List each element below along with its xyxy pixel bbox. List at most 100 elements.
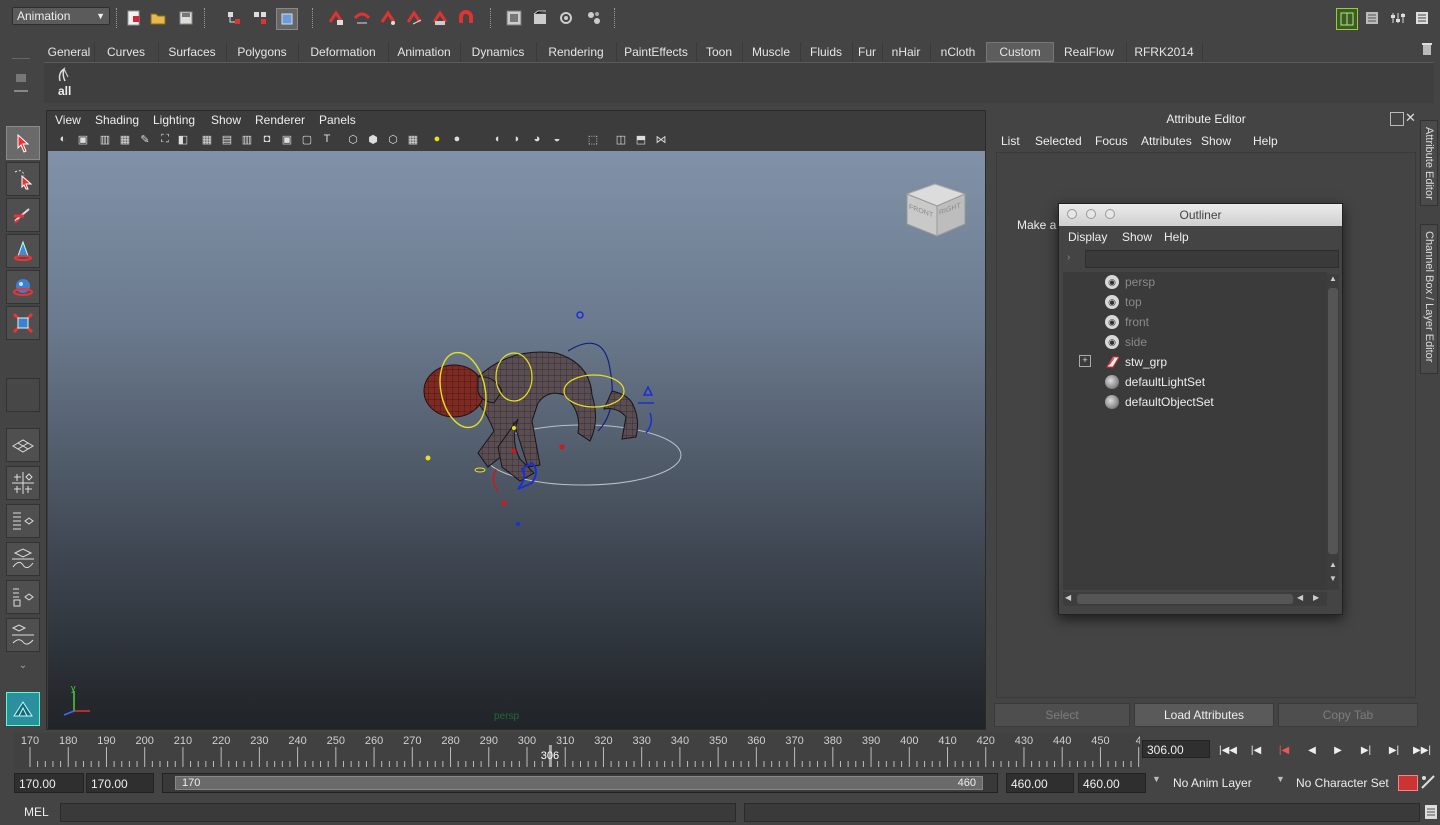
attribute-editor-menu-attributes[interactable]: Attributes xyxy=(1141,134,1192,148)
safe-title-icon[interactable]: T xyxy=(319,131,335,147)
save-scene-icon[interactable] xyxy=(176,8,196,28)
snap-surface-icon[interactable] xyxy=(404,8,424,28)
layout-persp-graph-outliner[interactable] xyxy=(6,618,40,652)
shelf-tab-fur[interactable]: Fur xyxy=(852,42,883,62)
use-all-lights-icon[interactable]: ● xyxy=(429,131,445,147)
go-to-end-icon[interactable]: ▶▶| xyxy=(1412,741,1432,759)
toggle-layout-icon[interactable] xyxy=(1336,8,1358,30)
shelf-menu-icon[interactable] xyxy=(16,74,26,82)
new-scene-icon[interactable] xyxy=(124,8,144,28)
gate-mask-icon[interactable]: ◘ xyxy=(259,131,275,147)
open-scene-icon[interactable] xyxy=(148,8,168,28)
snap-grid-icon[interactable] xyxy=(326,8,346,28)
wireframe-on-shaded-icon[interactable]: ⬡ xyxy=(385,131,401,147)
resolution-gate-icon[interactable]: ▥ xyxy=(239,131,255,147)
attribute-editor-menu-focus[interactable]: Focus xyxy=(1095,134,1128,148)
outliner-menu-show[interactable]: Show xyxy=(1122,230,1152,244)
animation-prefs-icon[interactable] xyxy=(1420,774,1436,790)
play-forward-icon[interactable]: ▶ xyxy=(1328,741,1348,759)
shelf-tab-ncloth[interactable]: nCloth xyxy=(930,42,987,62)
viewport-menu-view[interactable]: View xyxy=(55,113,81,127)
shelf-tab-nhair[interactable]: nHair xyxy=(882,42,931,62)
trash-icon[interactable] xyxy=(1420,42,1434,56)
scale-tool[interactable] xyxy=(6,306,40,340)
xray-components-icon[interactable]: ⬒ xyxy=(633,131,649,147)
toggle-attr-editor-icon[interactable] xyxy=(1362,8,1382,28)
shelf-tab-dynamics[interactable]: Dynamics xyxy=(460,42,537,62)
ambient-occlusion-icon[interactable]: ◖ xyxy=(489,131,505,147)
go-to-start-icon[interactable]: |◀◀ xyxy=(1218,741,1238,759)
playback-start-field[interactable]: 170.00 xyxy=(86,773,154,793)
move-tool[interactable] xyxy=(6,234,40,268)
attribute-editor-menu-list[interactable]: List xyxy=(1001,134,1020,148)
field-chart-icon[interactable]: ▣ xyxy=(279,131,295,147)
float-panel-icon[interactable] xyxy=(1390,112,1404,126)
film-gate-icon[interactable]: ▤ xyxy=(219,131,235,147)
layout-four-view[interactable] xyxy=(6,466,40,500)
scroll-right-icon[interactable]: ▶ xyxy=(1313,593,1319,602)
scroll-left-icon[interactable]: ◀ xyxy=(1065,593,1071,602)
shelf-tab-rfrk2014[interactable]: RFRK2014 xyxy=(1126,42,1203,62)
chevron-down-icon[interactable]: ▼ xyxy=(1276,774,1285,784)
outliner-item-side[interactable]: ◉ side xyxy=(1063,332,1323,352)
smooth-shade-icon[interactable]: ⬢ xyxy=(365,131,381,147)
scroll-up-icon[interactable]: ▲ xyxy=(1328,560,1338,572)
range-slider-handle[interactable]: 170 460 xyxy=(175,776,983,790)
outliner-item-stw-grp[interactable]: + stw_grp xyxy=(1063,352,1323,372)
bookmark-icon[interactable]: ▥ xyxy=(97,131,113,147)
character-rig[interactable] xyxy=(368,291,688,531)
viewport-menu-panels[interactable]: Panels xyxy=(319,113,356,127)
select-component-icon[interactable] xyxy=(276,8,298,30)
toggle-channel-box-icon[interactable] xyxy=(1412,8,1432,28)
outliner-item-defaultobjectset[interactable]: defaultObjectSet xyxy=(1063,392,1323,412)
mel-input[interactable] xyxy=(60,803,736,822)
wireframe-icon[interactable]: ⬡ xyxy=(345,131,361,147)
load-attributes-button[interactable]: Load Attributes xyxy=(1134,703,1274,727)
layout-outliner-persp[interactable] xyxy=(6,504,40,538)
motion-blur-icon[interactable]: ◗ xyxy=(509,131,525,147)
snap-point-icon[interactable] xyxy=(378,8,398,28)
shelf-collapse-icon[interactable] xyxy=(14,90,28,92)
shelf-tab-muscle[interactable]: Muscle xyxy=(742,42,801,62)
shelf-tab-custom[interactable]: Custom xyxy=(986,42,1054,62)
lasso-tool[interactable] xyxy=(6,162,40,196)
play-backward-icon[interactable]: ◀ xyxy=(1302,741,1322,759)
expand-icon[interactable]: + xyxy=(1079,355,1091,367)
hypershade-icon[interactable] xyxy=(584,8,604,28)
shelf-tab-curves[interactable]: Curves xyxy=(94,42,159,62)
mode-select[interactable]: Animation ▼ xyxy=(12,7,110,25)
copy-tab-button[interactable]: Copy Tab xyxy=(1278,703,1418,727)
scroll-down-icon[interactable]: ▼ xyxy=(1328,574,1338,586)
safe-action-icon[interactable]: ▢ xyxy=(299,131,315,147)
paint-select-tool[interactable] xyxy=(6,198,40,232)
camera-attributes-icon[interactable]: ▣ xyxy=(75,131,91,147)
select-camera-icon[interactable]: ◐ xyxy=(55,131,71,147)
mel-label[interactable]: MEL xyxy=(24,805,49,819)
zoom-window-icon[interactable] xyxy=(1105,209,1115,219)
isolate-object-icon[interactable]: ⬚ xyxy=(585,131,601,147)
render-settings-icon[interactable] xyxy=(556,8,576,28)
shelf-tab-fluids[interactable]: Fluids xyxy=(800,42,853,62)
step-back-key-icon[interactable]: |◀ xyxy=(1246,741,1266,759)
ipr-render-icon[interactable] xyxy=(530,8,550,28)
scroll-thumb[interactable] xyxy=(1328,288,1338,554)
perspective-viewport[interactable]: FRONT RIGHT y persp xyxy=(48,151,985,729)
outliner-item-top[interactable]: ◉ top xyxy=(1063,292,1323,312)
isolate-select-icon[interactable]: ⛶ xyxy=(157,131,173,147)
tab-channel-box[interactable]: Channel Box / Layer Editor xyxy=(1420,224,1438,374)
shadows-icon[interactable]: ● xyxy=(449,131,465,147)
textured-icon[interactable]: ▦ xyxy=(405,131,421,147)
shelf-tab-polygons[interactable]: Polygons xyxy=(226,42,299,62)
step-back-frame-icon[interactable]: |◀ xyxy=(1274,741,1294,759)
current-frame-field[interactable]: 306.00 xyxy=(1142,740,1210,758)
toggle-tool-settings-icon[interactable] xyxy=(1388,8,1408,28)
minimize-window-icon[interactable] xyxy=(1086,209,1096,219)
viewport-menu-lighting[interactable]: Lighting xyxy=(153,113,195,127)
step-forward-frame-icon[interactable]: ▶| xyxy=(1356,741,1376,759)
grid-toggle-icon[interactable]: ▦ xyxy=(199,131,215,147)
rotate-tool[interactable] xyxy=(6,270,40,304)
end-time-field[interactable]: 460.00 xyxy=(1078,773,1146,793)
viewport-menu-renderer[interactable]: Renderer xyxy=(255,113,305,127)
character-set-select[interactable]: No Character Set xyxy=(1296,776,1389,790)
select-object-icon[interactable] xyxy=(250,8,270,28)
